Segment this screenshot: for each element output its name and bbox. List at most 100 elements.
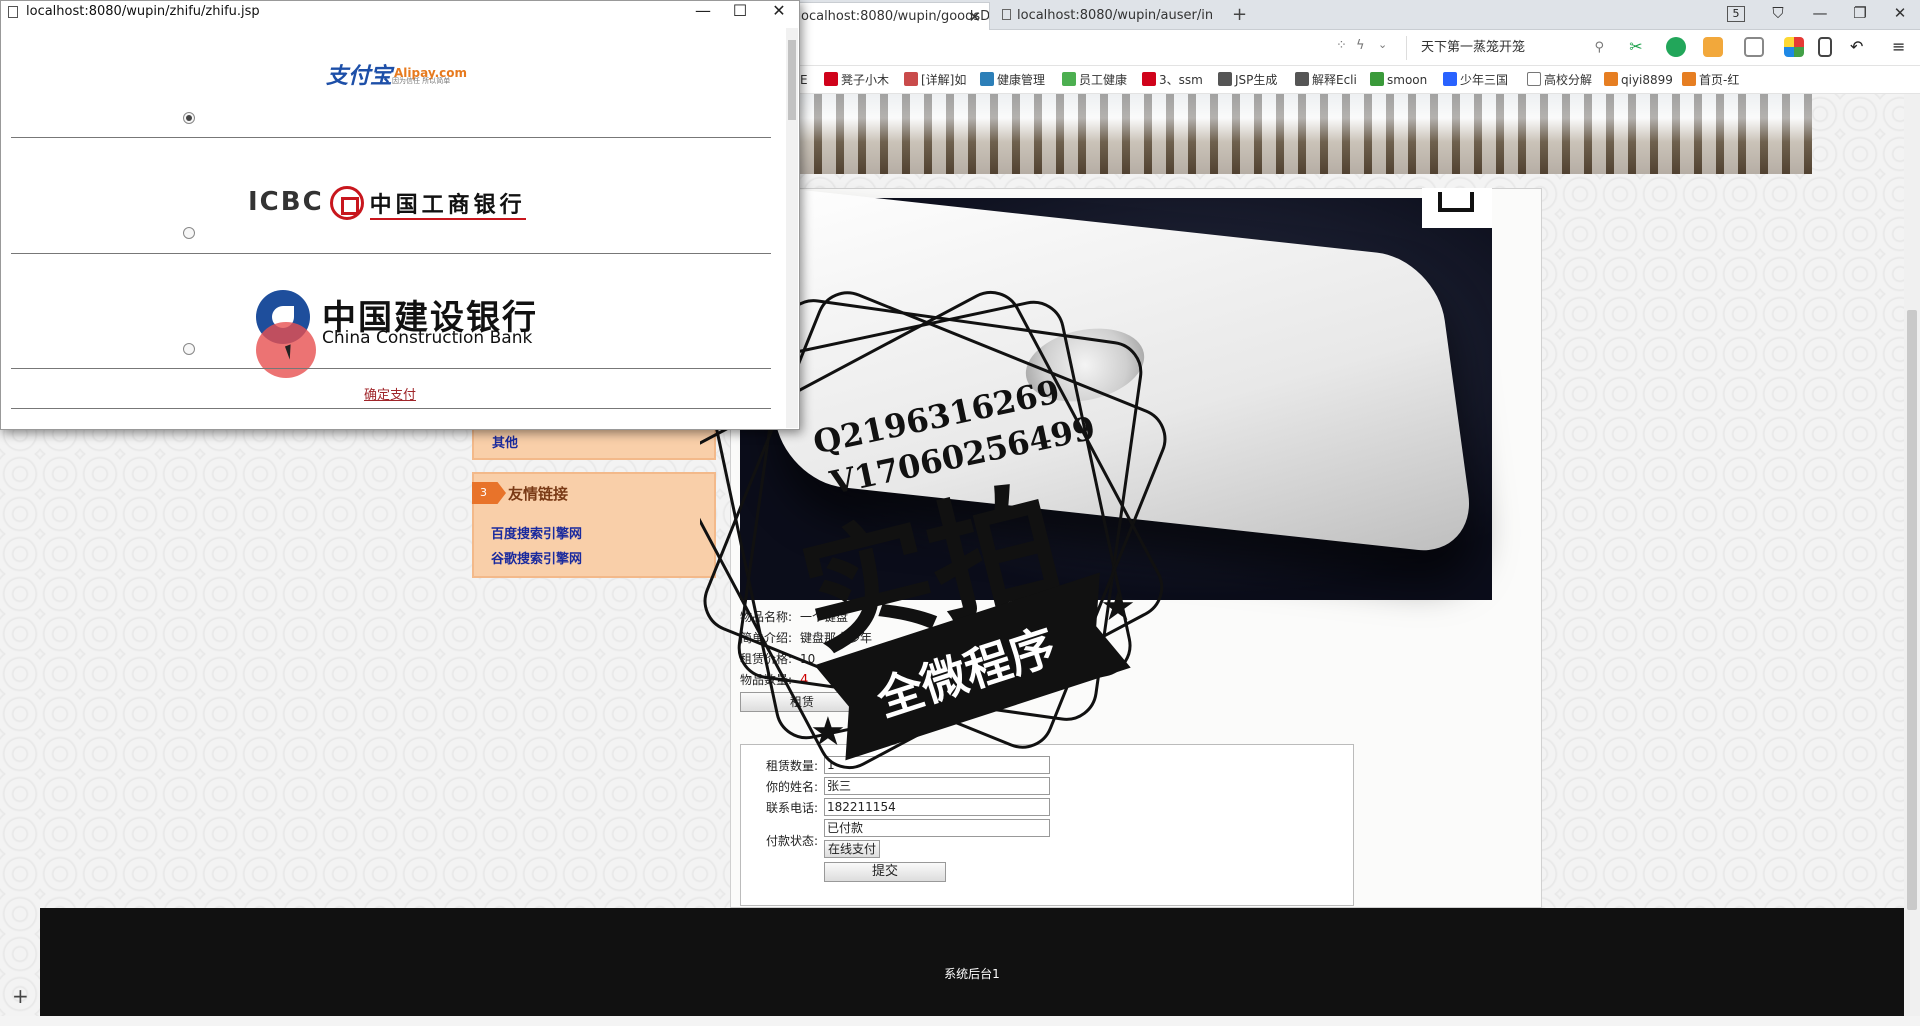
minimize-icon[interactable]: — — [1805, 4, 1835, 22]
bookmark-item[interactable]: 少年三国 — [1443, 70, 1513, 90]
product-price-row: 租赁价格: 10 — [740, 650, 815, 667]
snow-banner-image — [800, 94, 1812, 174]
alipay-logo-cn: 支付宝 — [326, 64, 393, 89]
feather-icon — [1218, 72, 1232, 86]
extensions-icon[interactable] — [1784, 37, 1804, 57]
ccb-logo-en: China Construction Bank — [322, 328, 533, 348]
bookmark-item[interactable]: E — [800, 70, 818, 90]
close-window-icon[interactable]: ✕ — [1885, 4, 1915, 22]
scissors-icon[interactable]: ✂ — [1626, 37, 1646, 57]
apps-grid-icon[interactable]: ⁘ — [1336, 38, 1347, 53]
translate-icon[interactable] — [1666, 37, 1686, 57]
menu-icon[interactable]: ≡ — [1892, 37, 1905, 56]
page-icon — [1527, 72, 1541, 86]
product-price-value: 10 — [800, 652, 816, 666]
friend-link-google[interactable]: 谷歌搜索引擎网 — [491, 548, 582, 567]
minimize-icon[interactable]: — — [688, 1, 718, 20]
new-tab-button[interactable]: + — [1232, 4, 1247, 25]
restore-icon[interactable]: ❐ — [1845, 4, 1875, 22]
leaf-icon — [1062, 72, 1076, 86]
divider — [11, 408, 771, 409]
product-qty-row: 物品数量: 4 — [740, 671, 808, 688]
c-icon — [1142, 72, 1156, 86]
chevron-down-icon[interactable]: ⌄ — [1378, 38, 1387, 51]
product-qty-value: 4 — [800, 673, 809, 688]
bookmark-item[interactable]: JSP生成 — [1218, 70, 1288, 90]
confirm-payment-link[interactable]: 确定支付 — [0, 384, 780, 403]
page-icon — [1002, 9, 1011, 20]
radio-alipay[interactable] — [183, 112, 195, 124]
product-name-value: 一个键盘 — [800, 610, 849, 624]
tab-title: localhost:8080/wupin/auser/in — [1017, 8, 1212, 23]
radio-ccb[interactable] — [183, 343, 195, 355]
page-icon — [8, 6, 18, 18]
rent-qty-label: 租赁数量: — [765, 759, 818, 773]
product-name-row: 物品名称: 一个键盘 — [740, 608, 848, 625]
friend-link-baidu[interactable]: 百度搜索引擎网 — [491, 523, 582, 542]
popup-scrollbar[interactable] — [786, 28, 798, 428]
star-icon — [1682, 72, 1696, 86]
tablet-icon[interactable] — [1818, 37, 1832, 57]
radio-icbc[interactable] — [183, 227, 195, 239]
bookmark-item[interactable]: 解释Ecli — [1295, 70, 1363, 90]
product-price-label: 租赁价格: — [740, 652, 793, 666]
sidebar-link-other[interactable]: 其他 — [492, 432, 518, 451]
maximize-icon[interactable]: ☐ — [725, 1, 755, 20]
search-icon[interactable]: ⚲ — [1594, 36, 1604, 60]
add-icon[interactable]: + — [12, 984, 29, 1008]
bookmark-item[interactable]: 员工健康 — [1062, 70, 1132, 90]
shield-icon[interactable] — [1703, 37, 1723, 57]
page-footer — [40, 908, 1904, 1016]
product-intro-label: 简单介绍: — [740, 631, 793, 645]
frog-icon — [1370, 72, 1384, 86]
bookmark-item[interactable]: 首页-红 — [1682, 70, 1750, 90]
alipay-logo: 支付宝 Alipay.com 因为信任 所以简单 — [326, 58, 467, 90]
product-qty-label: 物品数量: — [740, 673, 793, 687]
scrollbar-thumb[interactable] — [1907, 310, 1917, 910]
popup-title: localhost:8080/wupin/zhifu/zhifu.jsp — [26, 4, 260, 19]
rent-qty-input[interactable]: 1 — [824, 756, 1050, 774]
lightning-icon[interactable]: ϟ — [1356, 38, 1365, 53]
tab-goods-detail[interactable]: ocalhost:8080/wupin/goodsD ✕ — [790, 2, 990, 30]
name-input[interactable]: 张三 — [824, 777, 1050, 795]
search-box[interactable]: 天下第一蒸笼开笼 ⚲ — [1406, 36, 1604, 60]
star-icon — [1604, 72, 1618, 86]
phone-label: 联系电话: — [765, 801, 818, 815]
product-intro-value: 键盘那十多年 — [800, 631, 873, 645]
bookmark-item[interactable]: 高校分解 — [1527, 70, 1595, 90]
close-tab-icon[interactable]: ✕ — [968, 3, 981, 30]
product-name-label: 物品名称: — [740, 610, 793, 624]
submit-button[interactable]: 提交 — [824, 862, 946, 882]
jian-icon — [904, 72, 918, 86]
online-pay-button[interactable]: 在线支付 — [824, 840, 880, 858]
pay-status-input[interactable]: 已付款 — [824, 819, 1050, 837]
search-text: 天下第一蒸笼开笼 — [1421, 40, 1526, 55]
divider — [11, 253, 771, 254]
close-window-icon[interactable]: ✕ — [764, 1, 794, 20]
phone-input[interactable]: 182211154 — [824, 798, 1050, 816]
bookmark-item[interactable]: 凳子小木 — [824, 70, 894, 90]
pay-status-label: 付款状态: — [765, 834, 818, 848]
feather-icon — [1295, 72, 1309, 86]
friend-links-title: 友情链接 — [508, 485, 569, 503]
bookmark-item[interactable]: 健康管理 — [980, 70, 1052, 90]
bookmark-item[interactable]: 3、ssm — [1142, 70, 1204, 90]
rent-button[interactable]: 租赁 — [740, 692, 864, 712]
tab-auser[interactable]: localhost:8080/wupin/auser/in — [992, 2, 1212, 30]
qr-corner-icon — [1422, 188, 1492, 228]
tab-count-badge[interactable]: 5 — [1727, 6, 1745, 22]
browser-status-bar — [0, 1016, 1920, 1026]
bookmark-item[interactable]: qiyi8899 — [1604, 70, 1672, 90]
alipay-slogan: 因为信任 所以简单 — [392, 77, 451, 85]
divider — [11, 368, 771, 369]
grid-icon — [980, 72, 994, 86]
icbc-logo-cn: 中国工商银行 — [369, 193, 526, 220]
image-icon[interactable] — [1744, 37, 1764, 57]
name-label: 你的姓名: — [765, 780, 818, 794]
shirt-icon[interactable]: ⛉ — [1763, 4, 1793, 22]
bookmark-item[interactable]: smoon — [1370, 70, 1432, 90]
bookmark-item[interactable]: [详解]如 — [904, 70, 976, 90]
icbc-emblem-icon — [329, 186, 364, 220]
icbc-logo: ICBC 中国工商银行 — [248, 186, 526, 220]
undo-icon[interactable]: ↶ — [1850, 37, 1863, 56]
